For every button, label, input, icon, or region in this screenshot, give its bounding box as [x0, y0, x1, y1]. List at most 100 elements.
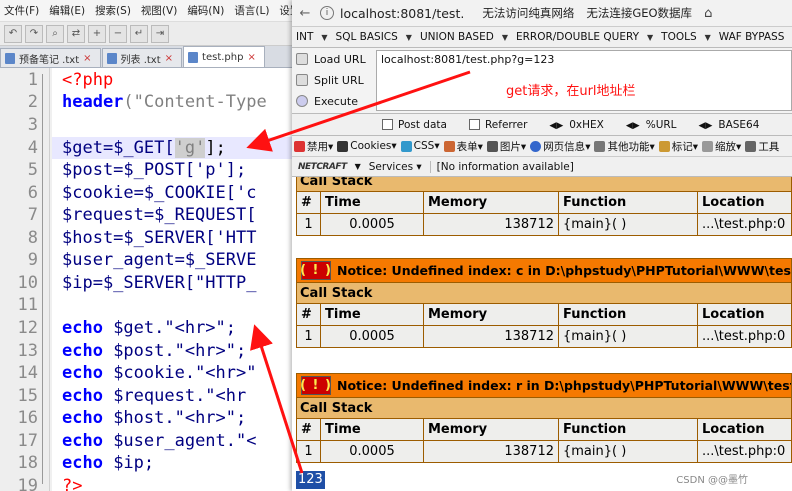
info-icon[interactable]: i [320, 6, 334, 20]
chevron-down-icon[interactable]: ▼ [355, 162, 361, 171]
call-stack-heading: Call Stack [296, 398, 792, 418]
wd-disable[interactable]: 禁用▾ [294, 139, 333, 154]
col-header: Time [320, 303, 424, 326]
arrows-icon: ◀▶ [549, 120, 564, 131]
undo-icon[interactable]: ↶ [4, 24, 22, 43]
zoom-in-icon[interactable]: + [88, 24, 106, 43]
chevron-down-icon[interactable]: ▼ [502, 33, 508, 42]
netcraft-info: [No information available] [429, 160, 574, 173]
netcraft-logo[interactable]: NETCRAFT [298, 162, 347, 172]
hackbar-union[interactable]: UNION BASED [420, 31, 494, 43]
hackbar-waf[interactable]: WAF BYPASS [719, 31, 785, 43]
hackbar-tools[interactable]: TOOLS [661, 31, 696, 43]
code-text-area[interactable]: <?php header("Content-Type $get=$_GET['g… [52, 68, 300, 491]
hex-button[interactable]: ◀▶ 0xHEX [549, 119, 603, 131]
code-token: echo [62, 431, 103, 451]
close-icon[interactable]: × [83, 53, 91, 64]
wd-forms[interactable]: 表单▾ [443, 139, 483, 154]
editor-toolbar: ↶ ↷ ⌕ ⇄ + − ↵ ⇥ [0, 22, 300, 46]
col-header: Function [558, 303, 698, 326]
wd-misc[interactable]: 其他功能▾ [594, 139, 655, 154]
call-stack-table: # Time Memory Function Location 1 0.0005… [296, 191, 792, 236]
close-icon[interactable]: × [247, 52, 255, 63]
cell: {main}( ) [558, 213, 698, 236]
cell: 138712 [423, 325, 559, 348]
menu-search[interactable]: 搜索(S) [95, 3, 131, 18]
wd-cookies[interactable]: Cookies▾ [337, 140, 397, 152]
option-label: 0xHEX [569, 118, 604, 131]
line-number: 3 [27, 115, 38, 135]
tab-notes[interactable]: 预备笔记 .txt × [0, 48, 101, 67]
call-stack-table: # Time Memory Function Location 1 0.0005… [296, 418, 792, 463]
button-label: Split URL [314, 73, 364, 87]
hackbar-int[interactable]: INT [296, 31, 313, 43]
file-icon [188, 51, 199, 63]
menu-language[interactable]: 语言(L) [234, 3, 269, 18]
code-token: echo [62, 341, 103, 361]
menu-edit[interactable]: 编辑(E) [49, 3, 85, 18]
chevron-down-icon[interactable]: ▼ [406, 33, 412, 42]
post-data-checkbox[interactable]: Post data [382, 119, 447, 131]
warning-icon: ( ! ) [300, 376, 332, 395]
referrer-checkbox[interactable]: Referrer [468, 119, 527, 131]
base64-button[interactable]: ◀▶ BASE64 [699, 119, 760, 131]
bookmark-chunzhen[interactable]: 无法访问纯真网络 [482, 5, 574, 21]
code-line: $host=$_SERVER['HTT [62, 228, 257, 248]
load-url-button[interactable]: Load URL [296, 49, 366, 69]
menu-file[interactable]: 文件(F) [4, 3, 39, 18]
line-number: 14 [17, 363, 38, 383]
notice-message: Notice: Undefined index: c in D:\phpstud… [337, 263, 792, 278]
wd-css[interactable]: CSS▾ [400, 140, 440, 152]
tab-test-php[interactable]: test.php × [183, 46, 265, 67]
netcraft-toolbar: NETCRAFT ▼ Services ▾ [No information av… [292, 157, 792, 177]
page-output[interactable]: 123 [296, 471, 325, 489]
execute-button[interactable]: Execute [296, 91, 358, 111]
line-number: 5 [27, 160, 38, 180]
hackbar-sql-basics[interactable]: SQL BASICS [336, 31, 398, 43]
chevron-down-icon[interactable]: ▼ [705, 33, 711, 42]
redo-icon[interactable]: ↷ [25, 24, 43, 43]
php-open-tag: <?php [62, 70, 114, 90]
wd-images[interactable]: 图片▾ [486, 139, 526, 154]
close-icon[interactable]: × [165, 53, 173, 64]
back-arrow-icon[interactable]: ← [296, 4, 314, 22]
zoom-out-icon[interactable]: − [109, 24, 127, 43]
services-menu[interactable]: Services ▾ [369, 161, 422, 173]
wrap-icon[interactable]: ↵ [130, 24, 148, 43]
menu-encoding[interactable]: 编码(N) [187, 3, 224, 18]
replace-icon[interactable]: ⇄ [67, 24, 85, 43]
wd-outline[interactable]: 标记▾ [658, 139, 698, 154]
split-icon [296, 74, 308, 86]
col-header: Memory [423, 191, 559, 214]
wd-resize[interactable]: 缩放▾ [702, 139, 741, 154]
fold-marker[interactable] [42, 74, 48, 484]
wd-label: 图片 [499, 140, 521, 153]
home-icon[interactable]: ⌂ [704, 6, 712, 21]
menu-view[interactable]: 视图(V) [141, 3, 177, 18]
chevron-down-icon[interactable]: ▼ [321, 33, 327, 42]
chevron-down-icon[interactable]: ▼ [647, 33, 653, 42]
find-icon[interactable]: ⌕ [46, 24, 64, 43]
hackbar-error[interactable]: ERROR/DOUBLE QUERY [516, 31, 639, 43]
watermark: CSDN @@墨竹 [676, 475, 748, 486]
indent-icon[interactable]: ⇥ [151, 24, 169, 43]
tab-list[interactable]: 列表 .txt × [101, 48, 183, 67]
code-token: $post."<hr>"; [102, 341, 247, 361]
line-number: 8 [27, 228, 38, 248]
webdeveloper-toolbar: 禁用▾ Cookies▾ CSS▾ 表单▾ 图片▾ 网页信息▾ 其他功能▾ 标记… [292, 136, 792, 157]
line-gutter: 1 2 3 4 5 6 7 8 9 10 11 12 13 14 15 16 1… [0, 68, 50, 491]
notice-message: Notice: Undefined index: r in D:\phpstud… [337, 378, 792, 393]
code-line: $request=$_REQUEST[ [62, 205, 257, 225]
address-url[interactable]: localhost:8081/test. [340, 6, 464, 21]
file-icon [5, 52, 15, 64]
tab-label: test.php [202, 51, 244, 63]
wd-label: 工具 [758, 140, 780, 153]
split-url-button[interactable]: Split URL [296, 70, 364, 90]
editor-tabs: 预备笔记 .txt × 列表 .txt × test.php × [0, 46, 300, 68]
wd-tools[interactable]: 工具 [745, 139, 779, 154]
page-content: Call Stack # Time Memory Function Locati… [292, 177, 792, 491]
wd-pageinfo[interactable]: 网页信息▾ [530, 139, 590, 154]
bookmark-geo[interactable]: 无法连接GEO数据库 [586, 5, 692, 21]
code-token: $cookie."<hr>" [102, 363, 257, 383]
urlencode-button[interactable]: ◀▶ %URL [626, 119, 677, 131]
